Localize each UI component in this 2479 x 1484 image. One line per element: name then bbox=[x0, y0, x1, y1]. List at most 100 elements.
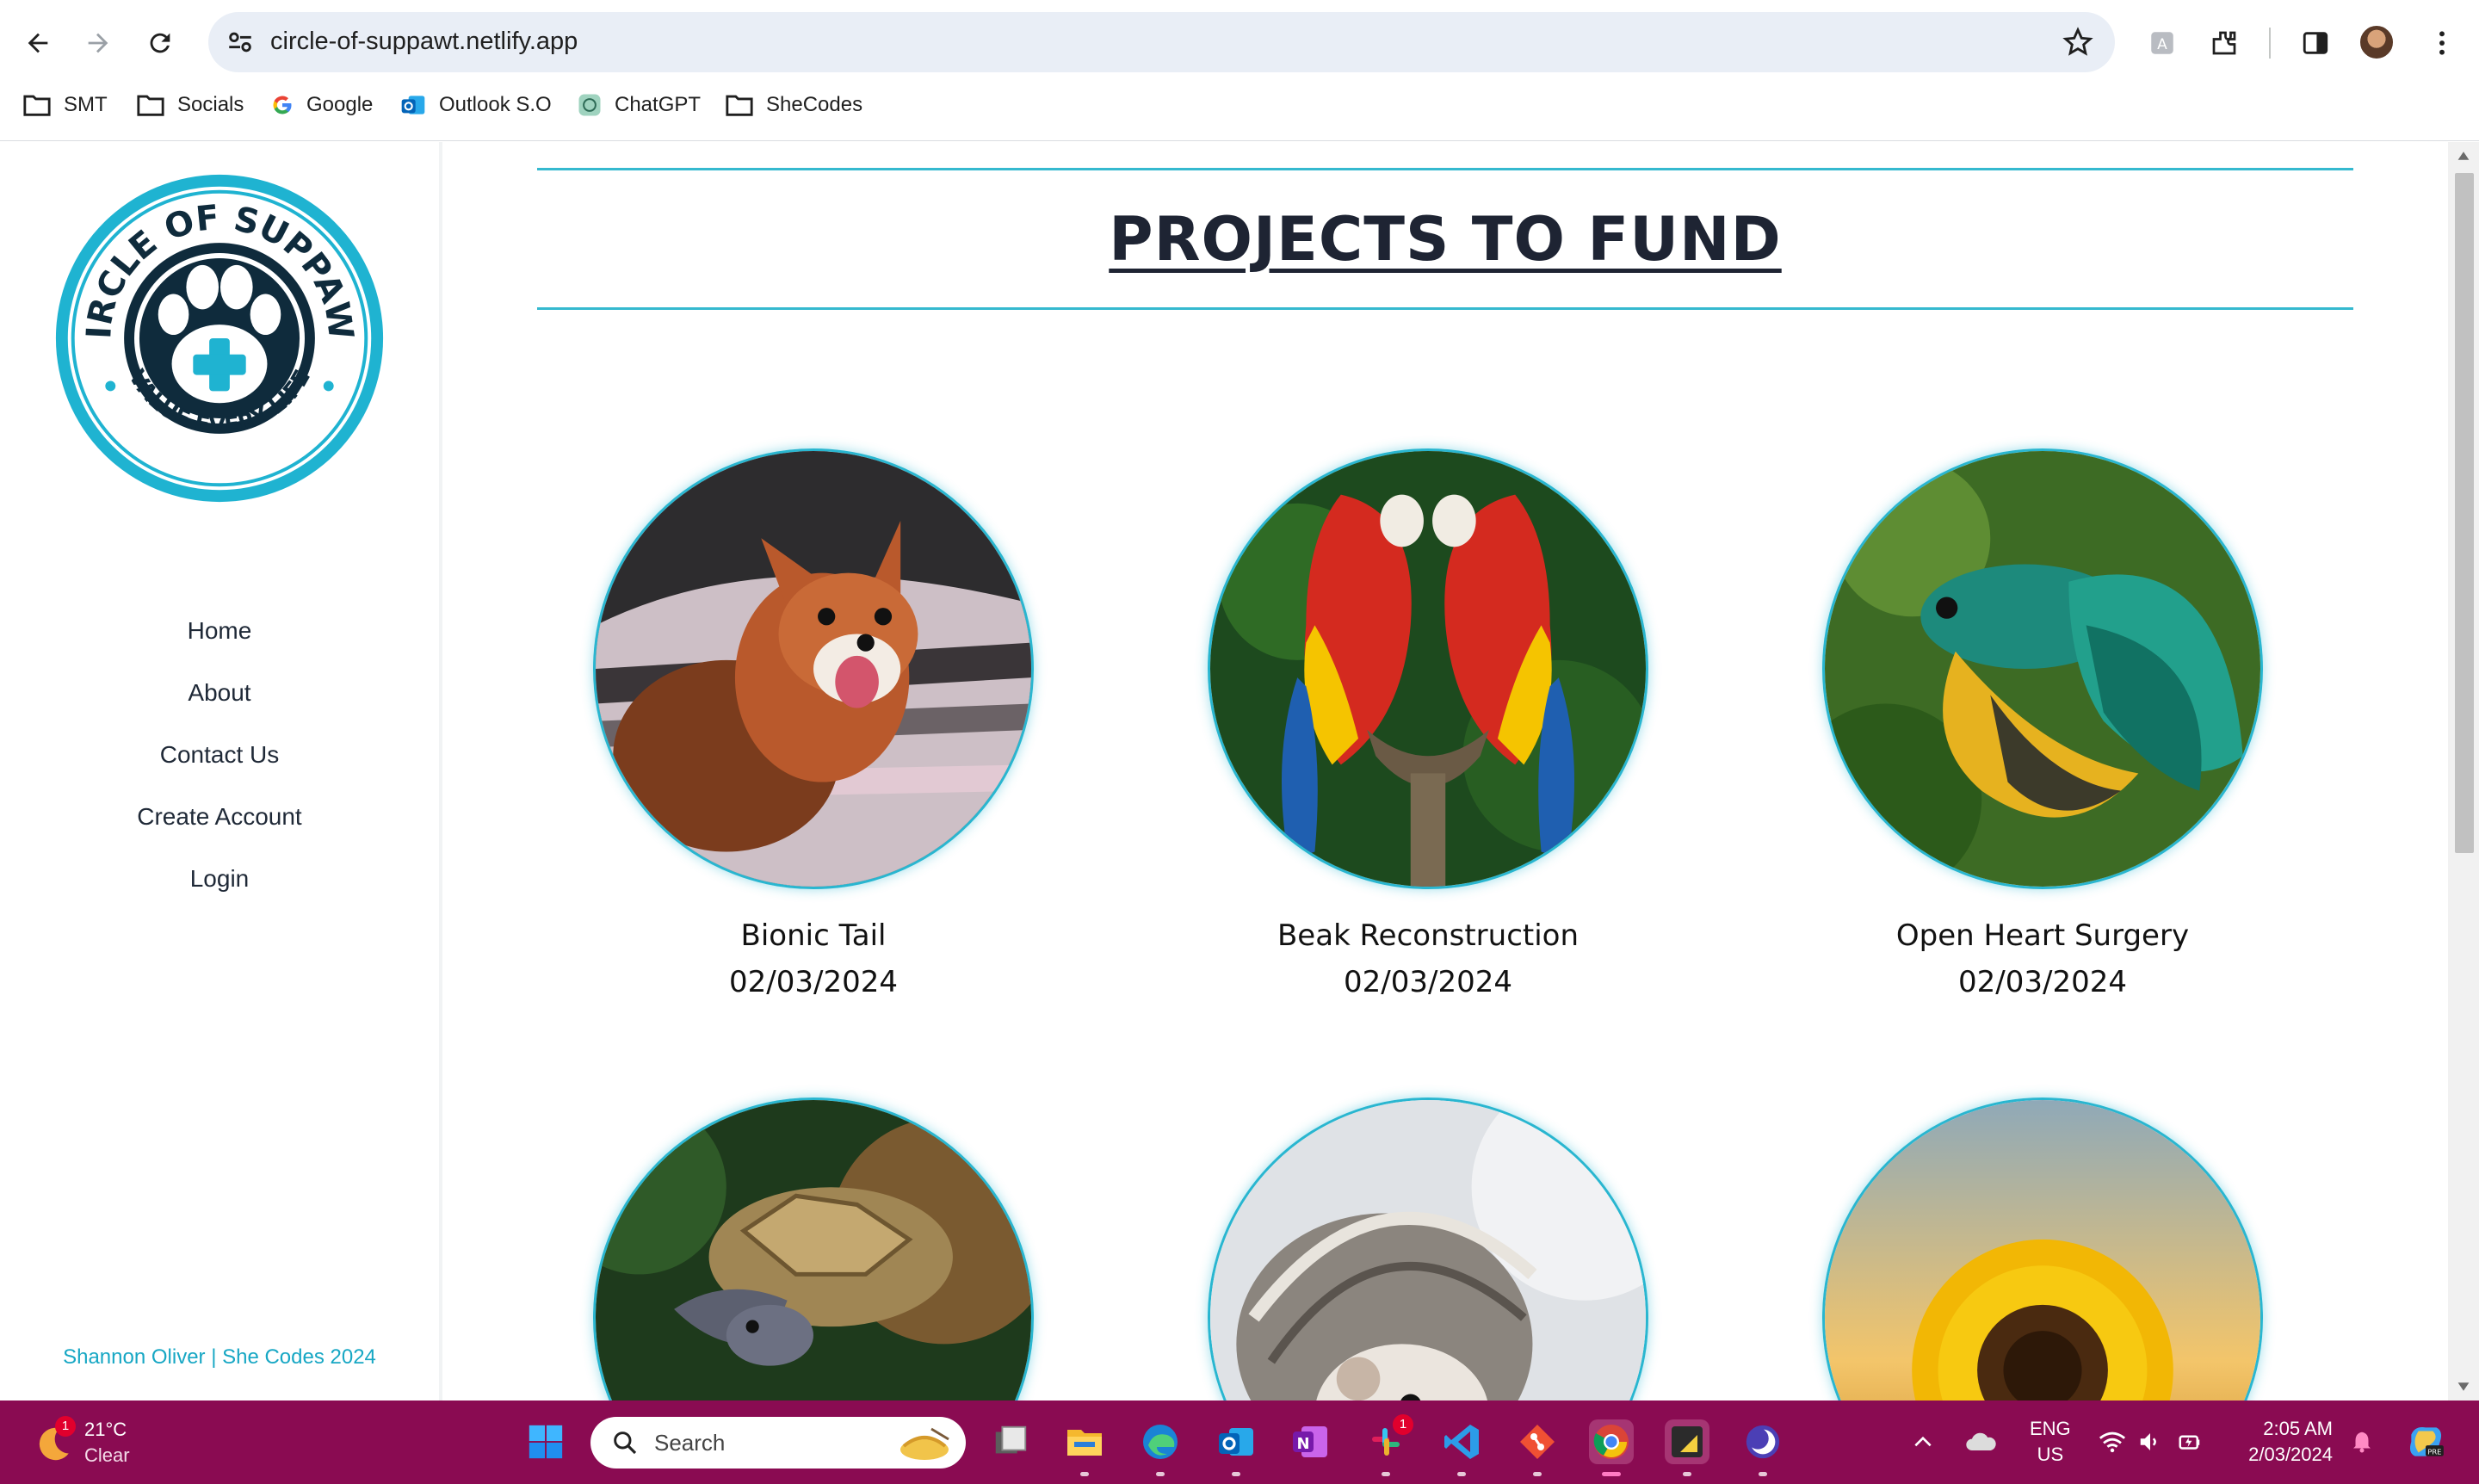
web-page: CIRCLE OF SUPPAWT VALUE EVERY LIFE Home … bbox=[0, 142, 2479, 1401]
bookmark-label: Outlook S.O bbox=[439, 93, 552, 116]
side-panel-icon[interactable] bbox=[2297, 24, 2334, 62]
nav-home-link[interactable]: Home bbox=[0, 600, 439, 662]
input-language[interactable]: ENG US bbox=[2030, 1416, 2071, 1468]
back-button[interactable] bbox=[12, 17, 64, 69]
onedrive-tray[interactable] bbox=[1961, 1419, 2000, 1464]
betta-fish-photo[interactable] bbox=[1822, 448, 2263, 889]
sunflower-photo[interactable] bbox=[1822, 1098, 2263, 1401]
taskbar-search[interactable]: Search bbox=[590, 1417, 966, 1469]
volume-tray[interactable] bbox=[2133, 1419, 2167, 1464]
lang-code: ENG bbox=[2030, 1418, 2071, 1439]
chrome-app[interactable] bbox=[1589, 1419, 1634, 1476]
bookmark-smt[interactable]: SMT bbox=[22, 86, 108, 124]
bookmark-label: Socials bbox=[177, 93, 244, 116]
bookmark-label: SheCodes bbox=[766, 93, 863, 116]
title-box: PROJECTS TO FUND bbox=[537, 168, 2353, 310]
chrome-menu-icon[interactable] bbox=[2429, 24, 2455, 62]
translate-extension-icon[interactable]: A bbox=[2143, 24, 2181, 62]
bookmark-label: SMT bbox=[64, 93, 108, 116]
notifications-button[interactable] bbox=[2345, 1419, 2379, 1464]
bookmark-label: ChatGPT bbox=[615, 93, 702, 116]
bookmark-star-icon[interactable] bbox=[2062, 26, 2094, 59]
task-view-icon bbox=[995, 1425, 1027, 1454]
wifi-tray[interactable] bbox=[2095, 1419, 2130, 1464]
project-card[interactable] bbox=[1819, 1098, 2266, 1401]
slack-badge: 1 bbox=[1393, 1414, 1413, 1435]
sidebar-nav: Home About Contact Us Create Account Log… bbox=[0, 600, 439, 910]
nav-contact-link[interactable]: Contact Us bbox=[0, 724, 439, 786]
svg-text:PRE: PRE bbox=[2427, 1448, 2441, 1456]
project-card[interactable]: Beak Reconstruction 02/03/2024 bbox=[1204, 448, 1652, 999]
page-scrollbar[interactable] bbox=[2448, 142, 2479, 1401]
weather-temp: 21°C bbox=[84, 1419, 127, 1440]
scroll-down-icon[interactable] bbox=[2457, 1380, 2470, 1394]
hedgehog-photo[interactable] bbox=[1208, 1098, 1648, 1401]
address-bar[interactable]: circle-of-suppawt.netlify.app bbox=[208, 12, 2115, 72]
project-name: Bionic Tail bbox=[740, 918, 887, 953]
project-card[interactable]: Bionic Tail 02/03/2024 bbox=[590, 448, 1037, 999]
folder-icon bbox=[726, 95, 753, 116]
battery-charging-icon bbox=[2179, 1435, 2200, 1450]
reload-button[interactable] bbox=[134, 17, 186, 69]
nav-about-link[interactable]: About bbox=[0, 662, 439, 724]
bookmark-google[interactable]: Google bbox=[270, 86, 373, 124]
scroll-thumb[interactable] bbox=[2455, 173, 2474, 853]
weather-widget[interactable]: 1 21°C Clear bbox=[31, 1413, 130, 1473]
nav-create-account-link[interactable]: Create Account bbox=[0, 786, 439, 848]
google-icon bbox=[273, 96, 292, 114]
profile-avatar[interactable] bbox=[2358, 24, 2395, 60]
bookmark-shecodes[interactable]: SheCodes bbox=[725, 86, 862, 124]
weather-condition: Clear bbox=[84, 1444, 130, 1466]
parrots-photo[interactable] bbox=[1208, 448, 1648, 889]
bookmark-chatgpt[interactable]: ChatGPT bbox=[577, 86, 701, 124]
scroll-up-icon[interactable] bbox=[2457, 149, 2470, 163]
chrome-icon bbox=[1593, 1425, 1629, 1459]
forward-button[interactable] bbox=[72, 17, 124, 69]
svg-text:N: N bbox=[1296, 1435, 1309, 1453]
nav-login-link[interactable]: Login bbox=[0, 848, 439, 910]
battery-tray[interactable] bbox=[2171, 1419, 2209, 1464]
sticky-notes-app[interactable] bbox=[1665, 1419, 1709, 1476]
lang-region: US bbox=[2037, 1444, 2064, 1465]
project-card[interactable] bbox=[590, 1098, 1037, 1401]
bookmark-outlook[interactable]: Outlook S.O bbox=[399, 86, 552, 124]
fox-photo[interactable] bbox=[593, 448, 1034, 889]
copilot-icon: PRE bbox=[2409, 1426, 2444, 1456]
site-settings-icon[interactable] bbox=[226, 28, 255, 57]
reload-icon bbox=[150, 33, 170, 53]
edge-app[interactable] bbox=[1138, 1419, 1183, 1476]
slack-app[interactable]: 1 bbox=[1363, 1414, 1413, 1476]
circle-of-suppawt-logo[interactable]: CIRCLE OF SUPPAWT VALUE EVERY LIFE bbox=[46, 168, 393, 509]
turtle-photo[interactable] bbox=[593, 1098, 1034, 1401]
wifi-icon bbox=[2099, 1431, 2126, 1453]
project-card[interactable]: Open Heart Surgery 02/03/2024 bbox=[1819, 448, 2266, 999]
bookmarks-bar: SMT Socials Google Outlook S.O ChatGPT S… bbox=[0, 86, 2479, 124]
copilot-button[interactable]: PRE bbox=[2402, 1419, 2450, 1464]
extensions-puzzle-icon[interactable] bbox=[2205, 24, 2243, 62]
file-explorer-app[interactable] bbox=[1062, 1419, 1107, 1476]
arrow-left-icon bbox=[28, 33, 48, 53]
weather-badge: 1 bbox=[55, 1416, 76, 1437]
url-text[interactable]: circle-of-suppawt.netlify.app bbox=[270, 28, 578, 56]
taskbar-search-placeholder: Search bbox=[654, 1429, 726, 1456]
outlook-icon bbox=[401, 96, 425, 114]
project-name: Beak Reconstruction bbox=[1277, 918, 1580, 953]
chatgpt-icon bbox=[578, 94, 601, 116]
windows-logo-icon bbox=[529, 1425, 563, 1459]
show-hidden-icons-button[interactable] bbox=[1907, 1419, 1938, 1464]
windows-start-button[interactable] bbox=[523, 1419, 568, 1464]
bookmark-socials[interactable]: Socials bbox=[136, 86, 244, 124]
vscode-app[interactable] bbox=[1439, 1419, 1484, 1476]
system-clock[interactable]: 2:05 AM 2/03/2024 bbox=[2235, 1416, 2333, 1468]
onenote-app[interactable]: N bbox=[1288, 1419, 1332, 1464]
media-app[interactable] bbox=[1740, 1419, 1785, 1476]
project-card[interactable] bbox=[1204, 1098, 1652, 1401]
git-diamond-icon bbox=[1520, 1425, 1555, 1459]
speaker-icon bbox=[2140, 1433, 2156, 1450]
bell-icon bbox=[2353, 1431, 2371, 1453]
edge-icon bbox=[1143, 1425, 1178, 1459]
task-view-button[interactable] bbox=[988, 1419, 1033, 1464]
git-app[interactable] bbox=[1515, 1419, 1560, 1476]
svg-text:A: A bbox=[2157, 36, 2167, 53]
outlook-app[interactable] bbox=[1214, 1419, 1258, 1476]
